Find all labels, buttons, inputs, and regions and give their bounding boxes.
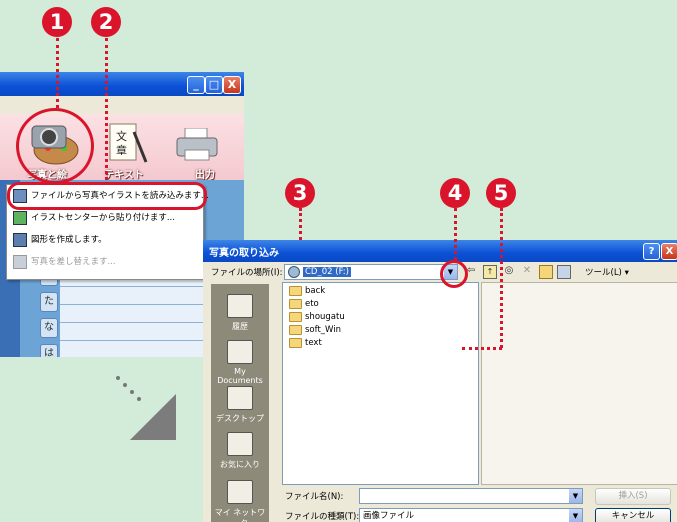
folder-icon bbox=[289, 324, 302, 335]
network-icon bbox=[227, 480, 253, 504]
view-menu-icon[interactable] bbox=[557, 265, 571, 279]
printer-icon bbox=[176, 127, 218, 161]
desktop-icon bbox=[227, 386, 253, 410]
filetype-label: ファイルの種類(T): bbox=[285, 512, 360, 522]
callout-badge: 4 bbox=[440, 178, 470, 208]
dialog-title: 写真の取り込み bbox=[209, 248, 279, 259]
chevron-down-icon[interactable]: ▼ bbox=[569, 489, 582, 503]
menu-item-illust-center[interactable]: イラストセンターから貼り付けます... bbox=[11, 209, 201, 227]
highlight-ring bbox=[440, 260, 468, 288]
menu-item-label: 図形を作成します。 bbox=[31, 235, 107, 245]
file-name: soft_Win bbox=[305, 325, 342, 335]
kana-tab[interactable]: は bbox=[40, 344, 58, 357]
minimize-button[interactable]: _ bbox=[187, 76, 205, 94]
file-list: back eto shougatu soft_Win text bbox=[282, 282, 479, 485]
callout-line bbox=[56, 38, 59, 108]
menu-item-create-shape[interactable]: 図形を作成します。 bbox=[11, 231, 201, 249]
list-item[interactable]: back bbox=[289, 285, 325, 298]
highlight-ring bbox=[16, 108, 94, 184]
folder-icon bbox=[289, 298, 302, 309]
callout-line bbox=[454, 208, 457, 260]
highlight-ring bbox=[7, 182, 207, 210]
place-label: お気に入り bbox=[220, 460, 260, 469]
folder-icon bbox=[289, 337, 302, 348]
help-button[interactable]: ? bbox=[643, 243, 660, 260]
new-folder-icon[interactable] bbox=[539, 265, 553, 279]
app-titlebar: _ □ X bbox=[0, 72, 244, 96]
location-label: ファイルの場所(I): bbox=[211, 268, 283, 278]
preview-pane bbox=[481, 282, 677, 485]
list-item[interactable]: shougatu bbox=[289, 311, 345, 324]
location-value: CD_02 (F:) bbox=[303, 267, 351, 277]
list-item[interactable]: eto bbox=[289, 298, 319, 311]
shape-icon bbox=[13, 232, 27, 247]
callout-badge: 3 bbox=[285, 178, 315, 208]
dialog-titlebar: 写真の取り込み ? X bbox=[203, 240, 677, 262]
import-dialog: 写真の取り込み ? X ファイルの場所(I): CD_02 (F:) ▼ ⇦ ↑… bbox=[203, 240, 677, 522]
clipart-icon bbox=[13, 210, 27, 225]
kana-tab[interactable]: た bbox=[40, 292, 58, 312]
callout-badge: 1 bbox=[42, 7, 72, 37]
place-label: マイ ネットワーク bbox=[214, 508, 266, 522]
place-my-documents[interactable]: My Documents bbox=[211, 340, 269, 385]
place-network[interactable]: マイ ネットワーク bbox=[211, 480, 269, 522]
place-label: 履歴 bbox=[232, 322, 248, 331]
text-button-label: テキスト bbox=[104, 170, 144, 181]
place-label: My Documents bbox=[217, 367, 263, 385]
callout-badge: 2 bbox=[91, 7, 121, 37]
place-favorites[interactable]: お気に入り bbox=[211, 432, 269, 470]
callout-line bbox=[500, 208, 503, 348]
callout-line bbox=[105, 38, 108, 180]
list-item[interactable]: text bbox=[289, 337, 322, 350]
folder-icon bbox=[289, 285, 302, 296]
svg-text:文: 文 bbox=[116, 129, 127, 143]
place-history[interactable]: 履歴 bbox=[211, 294, 269, 332]
file-name: eto bbox=[305, 299, 319, 309]
callout-line bbox=[462, 347, 502, 350]
tools-menu[interactable]: ツール(L) ▾ bbox=[585, 266, 629, 278]
replace-photo-icon bbox=[13, 254, 27, 269]
output-button-label: 出力 bbox=[195, 170, 215, 181]
svg-text:章: 章 bbox=[116, 143, 127, 157]
delete-icon[interactable]: ✕ bbox=[521, 265, 533, 277]
folder-icon bbox=[289, 311, 302, 322]
place-label: デスクトップ bbox=[216, 414, 264, 423]
filetype-value: 画像ファイル bbox=[363, 511, 415, 521]
up-folder-icon[interactable]: ↑ bbox=[483, 265, 497, 279]
kana-tab[interactable]: な bbox=[40, 318, 58, 338]
history-icon bbox=[227, 294, 253, 318]
dialog-close-button[interactable]: X bbox=[661, 243, 677, 260]
maximize-button[interactable]: □ bbox=[205, 76, 223, 94]
place-desktop[interactable]: デスクトップ bbox=[211, 386, 269, 424]
cancel-button[interactable]: キャンセル bbox=[595, 508, 671, 522]
filename-label: ファイル名(N): bbox=[285, 492, 344, 502]
menu-item-label: イラストセンターから貼り付けます... bbox=[31, 213, 175, 223]
callout-line bbox=[299, 208, 302, 240]
documents-folder-icon bbox=[227, 340, 253, 364]
search-web-icon[interactable]: ◎ bbox=[503, 265, 515, 277]
diagonal-arrow-icon bbox=[116, 376, 176, 440]
places-bar: 履歴 My Documents デスクトップ お気に入り マイ ネットワーク bbox=[211, 284, 269, 522]
filetype-select[interactable]: 画像ファイル ▼ bbox=[359, 508, 583, 522]
location-select[interactable]: CD_02 (F:) ▼ bbox=[284, 264, 458, 280]
close-button[interactable]: X bbox=[223, 76, 241, 94]
chevron-down-icon[interactable]: ▼ bbox=[569, 509, 582, 522]
menu-item-label: 写真を差し替えます... bbox=[31, 257, 116, 267]
insert-button[interactable]: 挿入(S) bbox=[595, 488, 671, 505]
menu-item-replace-photo[interactable]: 写真を差し替えます... bbox=[11, 253, 201, 271]
list-item[interactable]: soft_Win bbox=[289, 324, 341, 337]
favorites-icon bbox=[227, 432, 253, 456]
callout-badge: 5 bbox=[486, 178, 516, 208]
file-name: shougatu bbox=[305, 312, 345, 322]
filename-input[interactable]: ▼ bbox=[359, 488, 583, 504]
file-name: text bbox=[305, 338, 322, 348]
file-name: back bbox=[305, 286, 326, 296]
cd-drive-icon bbox=[288, 266, 300, 278]
